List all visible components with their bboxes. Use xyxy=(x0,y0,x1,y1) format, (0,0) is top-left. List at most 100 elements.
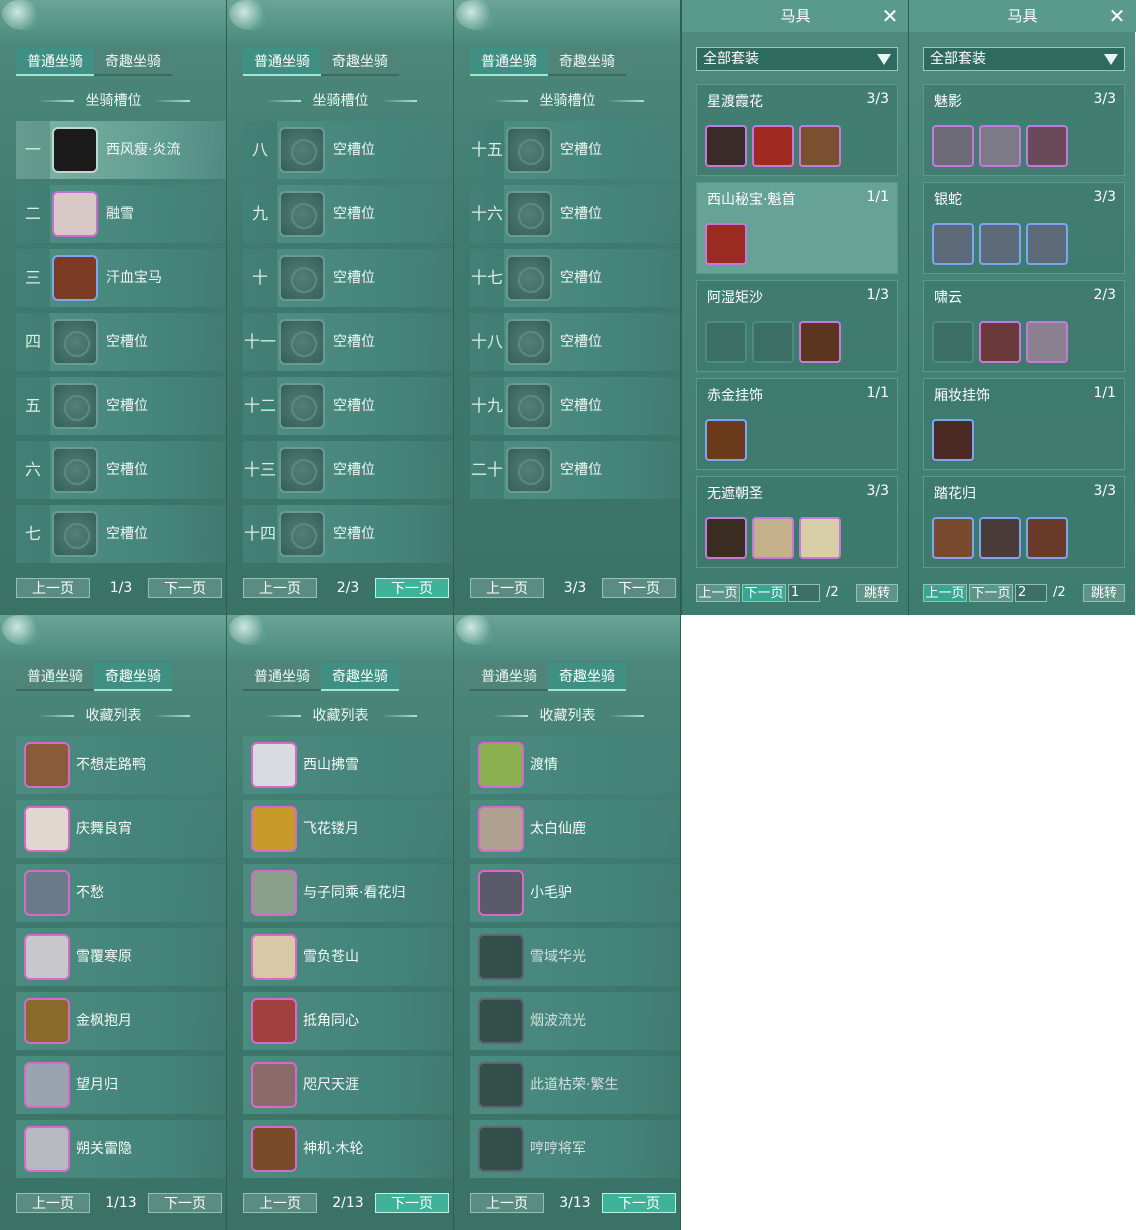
tab-fun-mount[interactable]: 奇趣坐骑 xyxy=(321,48,399,76)
gear-item-icon[interactable] xyxy=(1026,321,1068,363)
slot-row[interactable]: 十八 空槽位 xyxy=(470,313,680,371)
prev-page-button[interactable]: 上一页 xyxy=(16,1193,90,1213)
gear-item-icon[interactable] xyxy=(979,223,1021,265)
gear-set[interactable]: 厢妆挂饰 1/1 xyxy=(923,378,1125,470)
gear-item-icon[interactable] xyxy=(979,517,1021,559)
collection-row[interactable]: 小毛驴 xyxy=(470,864,680,922)
slot-row[interactable]: 六空槽位 xyxy=(16,441,226,499)
slot-row[interactable]: 三汗血宝马 xyxy=(16,249,226,307)
gear-item-icon[interactable] xyxy=(799,125,841,167)
set-filter-select[interactable]: 全部套装 xyxy=(696,47,898,71)
slot-row[interactable]: 五空槽位 xyxy=(16,377,226,435)
collection-row[interactable]: 西山拂雪 xyxy=(243,736,453,794)
collection-row[interactable]: 抵角同心 xyxy=(243,992,453,1050)
gear-set[interactable]: 赤金挂饰 1/1 xyxy=(696,378,898,470)
collection-row[interactable]: 咫尺天涯 xyxy=(243,1056,453,1114)
set-filter-select[interactable]: 全部套装 xyxy=(923,47,1125,71)
gear-item-icon[interactable] xyxy=(932,223,974,265)
slot-row[interactable]: 十九 空槽位 xyxy=(470,377,680,435)
gear-set[interactable]: 西山秘宝·魁首 1/1 xyxy=(696,182,898,274)
gear-set[interactable]: 啸云 2/3 xyxy=(923,280,1125,372)
gear-set[interactable]: 银蛇 3/3 xyxy=(923,182,1125,274)
prev-page-button[interactable]: 上一页 xyxy=(243,1193,317,1213)
gear-item-icon[interactable] xyxy=(752,125,794,167)
next-page-button[interactable]: 下一页 xyxy=(375,1193,449,1213)
collection-row[interactable]: 不愁 xyxy=(16,864,226,922)
tab-fun-mount[interactable]: 奇趣坐骑 xyxy=(321,663,399,691)
next-page-button[interactable]: 下一页 xyxy=(148,578,222,598)
slot-row[interactable]: 二融雪 xyxy=(16,185,226,243)
tab-fun-mount[interactable]: 奇趣坐骑 xyxy=(94,663,172,691)
gear-item-icon[interactable] xyxy=(932,419,974,461)
tab-normal-mount[interactable]: 普通坐骑 xyxy=(243,48,321,76)
jump-button[interactable]: 跳转 xyxy=(1083,584,1125,602)
tab-normal-mount[interactable]: 普通坐骑 xyxy=(470,663,548,691)
collection-row[interactable]: 雪域华光 xyxy=(470,928,680,986)
slot-row[interactable]: 八空槽位 xyxy=(243,121,453,179)
page-input[interactable]: 2 xyxy=(1015,584,1047,602)
collection-row[interactable]: 烟波流光 xyxy=(470,992,680,1050)
slot-row[interactable]: 二十 空槽位 xyxy=(470,441,680,499)
gear-item-icon[interactable] xyxy=(705,223,747,265)
tab-fun-mount[interactable]: 奇趣坐骑 xyxy=(548,663,626,691)
gear-item-icon[interactable] xyxy=(705,517,747,559)
gear-set[interactable]: 阿湿矩沙 1/3 xyxy=(696,280,898,372)
gear-item-icon[interactable] xyxy=(752,517,794,559)
collection-row[interactable]: 与子同乘·看花归 xyxy=(243,864,453,922)
slot-row[interactable]: 十四 空槽位 xyxy=(243,505,453,563)
collection-row[interactable]: 飞花镂月 xyxy=(243,800,453,858)
slot-row[interactable]: 十七 空槽位 xyxy=(470,249,680,307)
prev-page-button[interactable]: 上一页 xyxy=(923,584,967,602)
next-page-button[interactable]: 下一页 xyxy=(969,584,1013,602)
collection-row[interactable]: 不想走路鸭 xyxy=(16,736,226,794)
next-page-button[interactable]: 下一页 xyxy=(375,578,449,598)
gear-set[interactable]: 无遮朝圣 3/3 xyxy=(696,476,898,568)
slot-row[interactable]: 十五 空槽位 xyxy=(470,121,680,179)
next-page-button[interactable]: 下一页 xyxy=(742,584,786,602)
gear-item-icon[interactable] xyxy=(1026,125,1068,167)
gear-item-icon[interactable] xyxy=(799,517,841,559)
slot-row[interactable]: 四空槽位 xyxy=(16,313,226,371)
prev-page-button[interactable]: 上一页 xyxy=(243,578,317,598)
tab-normal-mount[interactable]: 普通坐骑 xyxy=(470,48,548,76)
gear-item-icon[interactable] xyxy=(979,125,1021,167)
gear-item-icon[interactable] xyxy=(1026,223,1068,265)
gear-item-icon[interactable] xyxy=(932,517,974,559)
gear-set[interactable]: 星渡霞花 3/3 xyxy=(696,84,898,176)
prev-page-button[interactable]: 上一页 xyxy=(470,1193,544,1213)
gear-set[interactable]: 魅影 3/3 xyxy=(923,84,1125,176)
gear-item-icon[interactable] xyxy=(932,125,974,167)
collection-row[interactable]: 太白仙鹿 xyxy=(470,800,680,858)
collection-row[interactable]: 此道枯荣·繁生 xyxy=(470,1056,680,1114)
tab-normal-mount[interactable]: 普通坐骑 xyxy=(16,48,94,76)
tab-fun-mount[interactable]: 奇趣坐骑 xyxy=(548,48,626,76)
close-icon[interactable]: ✕ xyxy=(1107,6,1127,26)
page-input[interactable]: 1 xyxy=(788,584,820,602)
slot-row[interactable]: 一西风瘦·炎流 xyxy=(16,121,226,179)
next-page-button[interactable]: 下一页 xyxy=(602,578,676,598)
tab-normal-mount[interactable]: 普通坐骑 xyxy=(16,663,94,691)
slot-row[interactable]: 九空槽位 xyxy=(243,185,453,243)
gear-item-icon[interactable] xyxy=(1026,517,1068,559)
slot-row[interactable]: 十三 空槽位 xyxy=(243,441,453,499)
collection-row[interactable]: 雪覆寒原 xyxy=(16,928,226,986)
next-page-button[interactable]: 下一页 xyxy=(602,1193,676,1213)
collection-row[interactable]: 雪负苍山 xyxy=(243,928,453,986)
slot-row[interactable]: 十一 空槽位 xyxy=(243,313,453,371)
tab-fun-mount[interactable]: 奇趣坐骑 xyxy=(94,48,172,76)
collection-row[interactable]: 朔关雷隐 xyxy=(16,1120,226,1178)
slot-row[interactable]: 十六 空槽位 xyxy=(470,185,680,243)
slot-row[interactable]: 十空槽位 xyxy=(243,249,453,307)
gear-item-icon[interactable] xyxy=(799,321,841,363)
prev-page-button[interactable]: 上一页 xyxy=(470,578,544,598)
gear-item-icon[interactable] xyxy=(705,125,747,167)
close-icon[interactable]: ✕ xyxy=(880,6,900,26)
collection-row[interactable]: 渡情 xyxy=(470,736,680,794)
collection-row[interactable]: 庆舞良宵 xyxy=(16,800,226,858)
slot-row[interactable]: 十二 空槽位 xyxy=(243,377,453,435)
next-page-button[interactable]: 下一页 xyxy=(148,1193,222,1213)
slot-row[interactable]: 七空槽位 xyxy=(16,505,226,563)
jump-button[interactable]: 跳转 xyxy=(856,584,898,602)
collection-row[interactable]: 神机·木轮 xyxy=(243,1120,453,1178)
collection-row[interactable]: 哼哼将军 xyxy=(470,1120,680,1178)
